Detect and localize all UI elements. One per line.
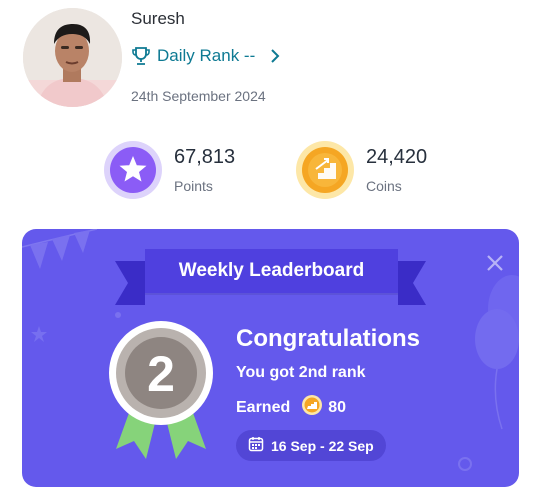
earned-label: Earned	[236, 398, 291, 416]
congrats-title: Congratulations	[236, 325, 420, 352]
silver-medal-icon: 2	[106, 321, 216, 466]
chevron-right-icon	[269, 49, 281, 63]
user-name: Suresh	[131, 9, 185, 28]
daily-rank-label: Daily Rank --	[157, 46, 256, 65]
daily-rank-link[interactable]: Daily Rank --	[131, 46, 281, 66]
rank-text: You got 2nd rank	[236, 364, 366, 381]
date-range-text: 16 Sep - 22 Sep	[271, 437, 374, 454]
earned-row: Earned 80	[236, 395, 346, 420]
coin-icon	[302, 395, 323, 420]
avatar	[23, 8, 122, 107]
leaderboard-banner: Weekly Leaderboard	[145, 249, 398, 293]
points-value: 67,813	[174, 146, 236, 168]
coins-value: 24,420	[366, 146, 428, 168]
user-avatar-image	[23, 8, 122, 107]
close-icon[interactable]	[484, 252, 506, 274]
medal-number: 2	[147, 346, 175, 402]
trophy-icon	[131, 46, 151, 66]
coins-label: Coins	[366, 178, 402, 194]
star-icon	[104, 141, 162, 199]
profile-date: 24th September 2024	[131, 88, 266, 104]
date-range-pill: 16 Sep - 22 Sep	[236, 430, 386, 461]
points-label: Points	[174, 178, 213, 194]
calendar-icon	[248, 436, 264, 455]
weekly-leaderboard-card: Weekly Leaderboard 2 Congratulations You…	[22, 229, 519, 487]
earned-value: 80	[328, 398, 347, 416]
coin-icon	[296, 141, 354, 199]
